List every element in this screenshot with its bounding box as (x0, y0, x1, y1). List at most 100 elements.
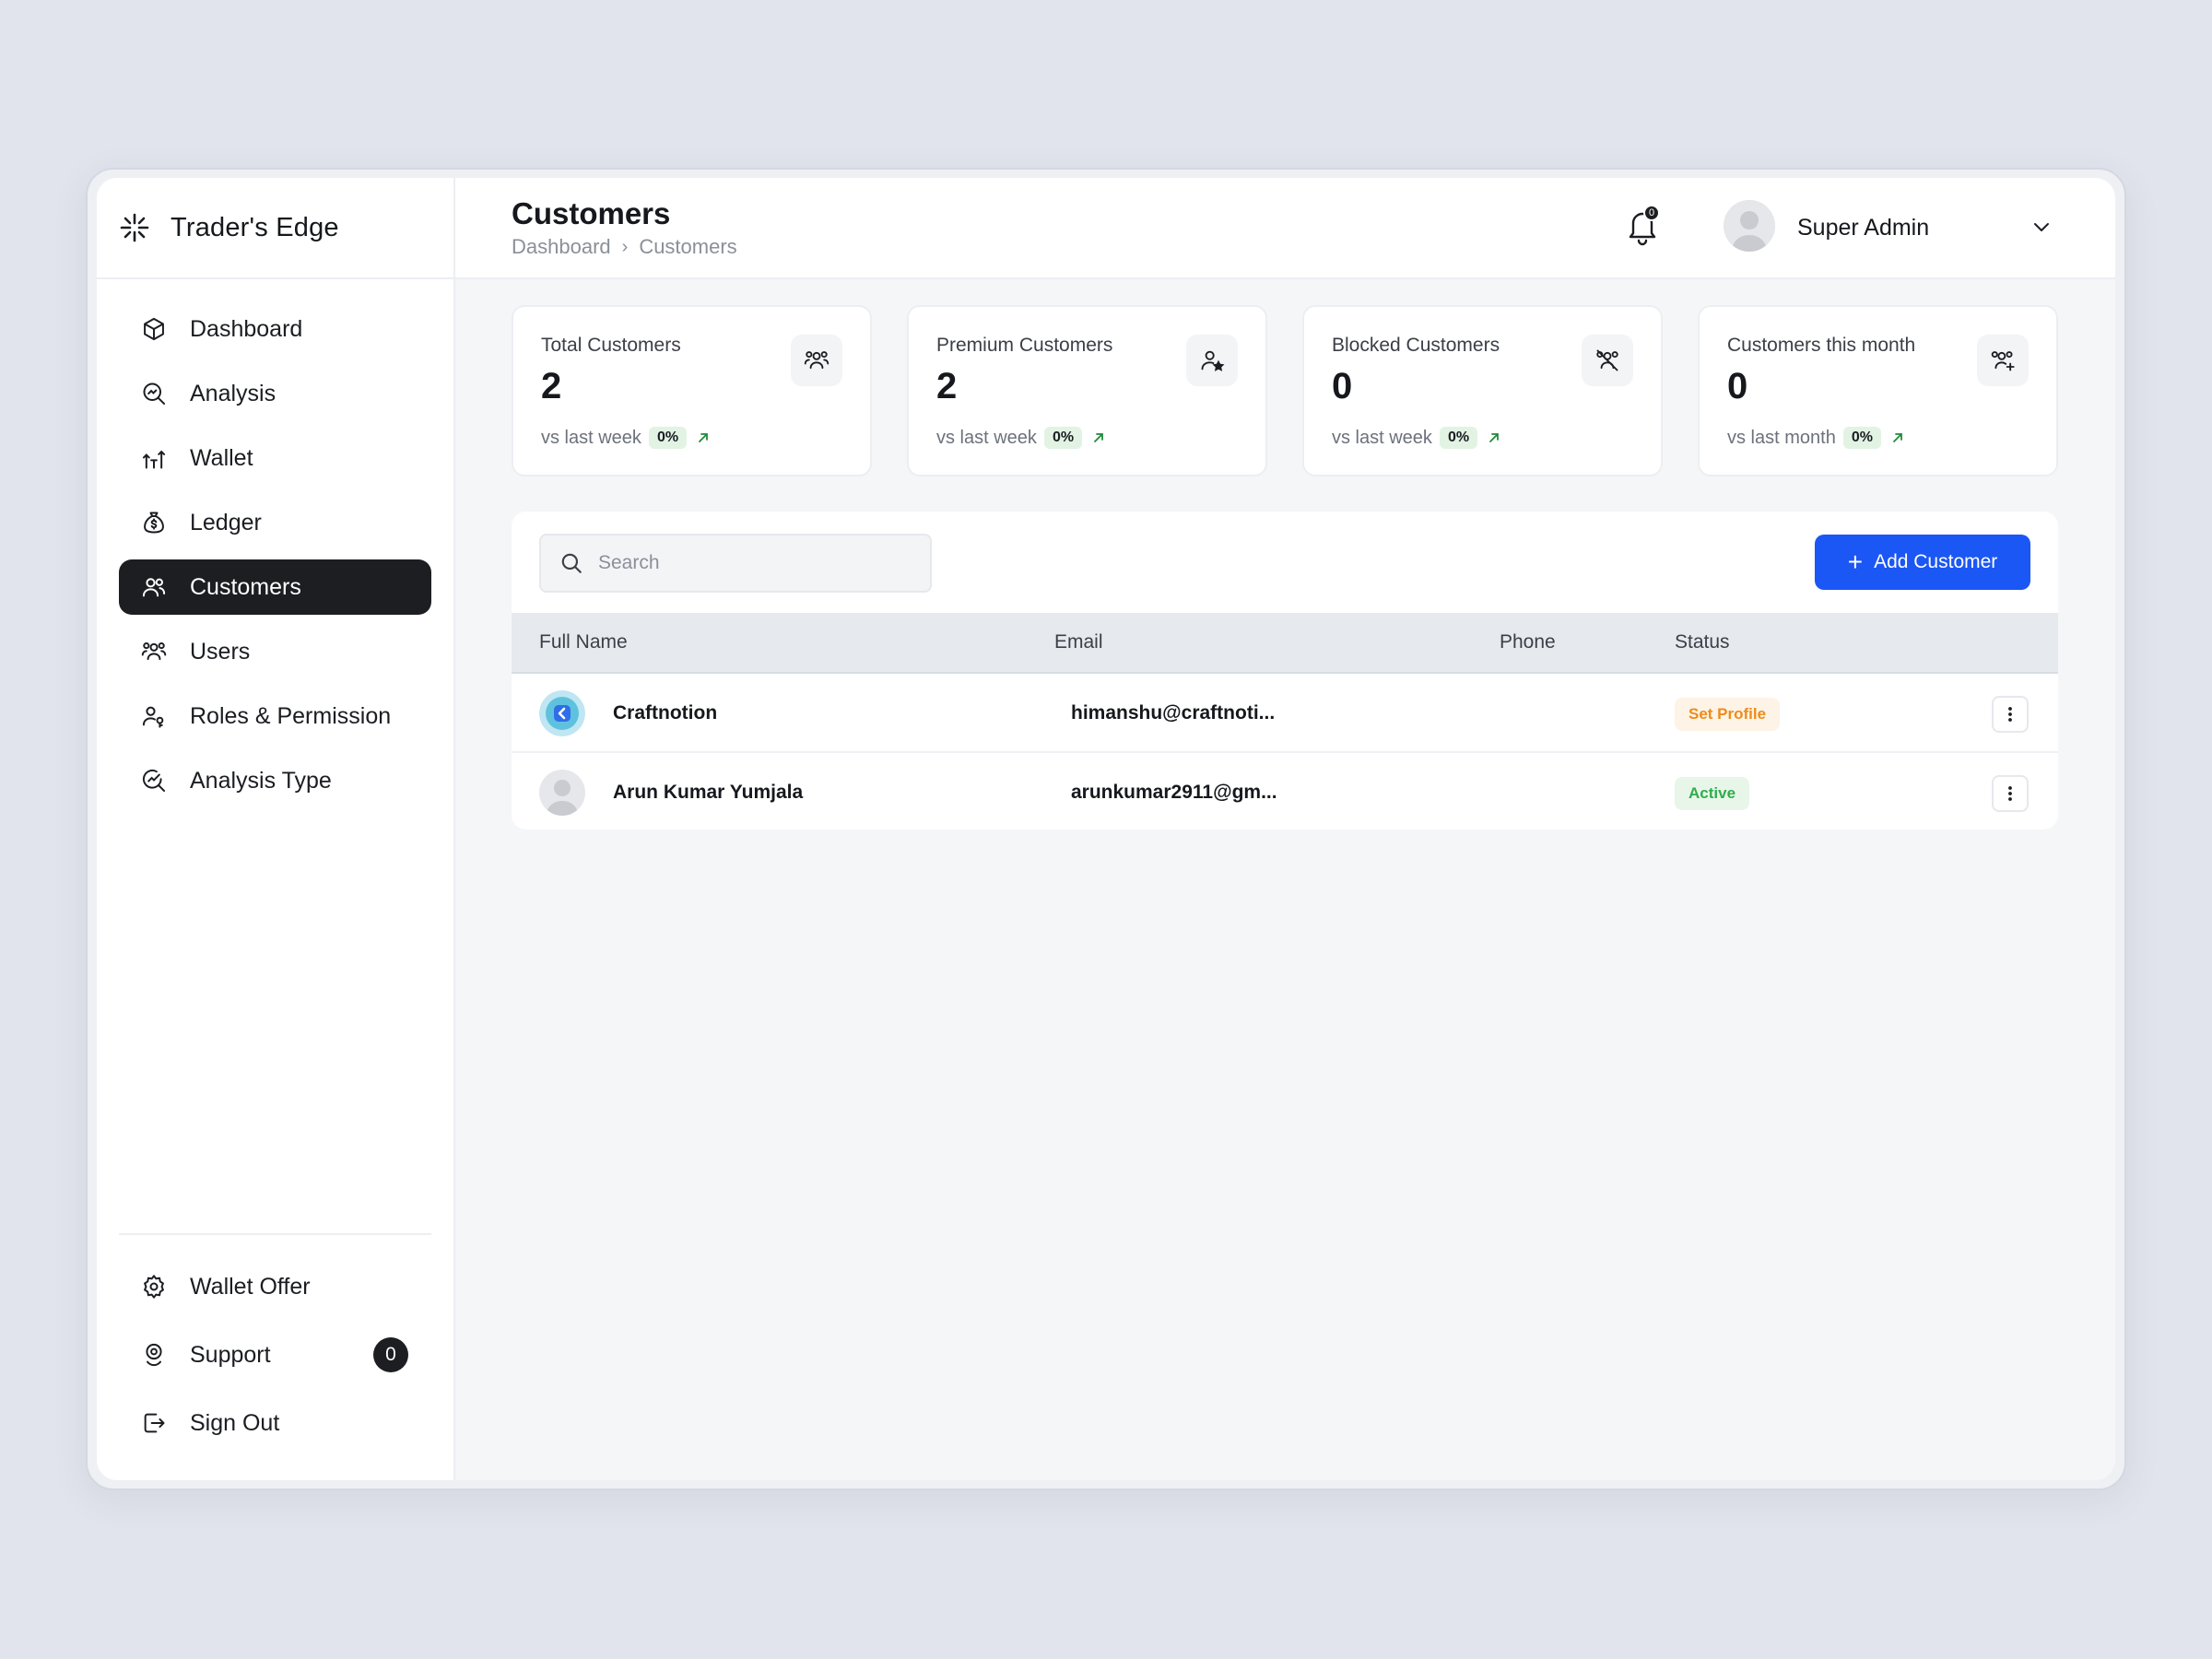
column-header-email[interactable]: Email (1054, 631, 1103, 653)
sidebar-item-dashboard[interactable]: Dashboard (119, 301, 431, 357)
notification-count-badge: 0 (1643, 205, 1660, 221)
sidebar-item-label: Sign Out (190, 1409, 280, 1436)
sidebar-item-users[interactable]: Users (119, 624, 431, 679)
sign-out-icon (141, 1410, 167, 1436)
stat-label: Premium Customers (936, 335, 1113, 356)
more-vertical-icon (2008, 786, 2012, 801)
sidebar-item-label: Analysis Type (190, 767, 332, 794)
sidebar-item-customers[interactable]: Customers (119, 559, 431, 615)
chevron-right-icon: › (621, 236, 629, 257)
customer-logo-avatar (539, 690, 585, 736)
app-window: Trader's Edge Dashboard Analysis Wallet (97, 178, 2115, 1480)
sidebar-item-label: Wallet Offer (190, 1273, 311, 1300)
sidebar-item-wallet-offer[interactable]: Wallet Offer (119, 1257, 431, 1316)
users-group-icon (791, 335, 842, 386)
sidebar-item-ledger[interactable]: Ledger (119, 495, 431, 550)
stat-change-badge: 0% (648, 427, 688, 449)
column-header-phone[interactable]: Phone (1500, 631, 1556, 653)
stat-value: 0 (1727, 366, 1748, 406)
avatar[interactable] (1724, 200, 1775, 252)
wallet-icon (141, 445, 167, 471)
sidebar-item-label: Roles & Permission (190, 702, 392, 729)
sidebar-footer: Wallet Offer Support 0 Sign Out (119, 1233, 431, 1480)
users-blocked-icon (1582, 335, 1633, 386)
add-customer-button[interactable]: + Add Customer (1815, 535, 2030, 590)
support-icon (141, 1342, 167, 1368)
arrow-up-right-icon (1893, 433, 1902, 442)
users-icon (141, 639, 167, 665)
sidebar-item-label: Users (190, 638, 251, 665)
money-bag-icon (141, 510, 167, 535)
stat-card-blocked-customers: Blocked Customers 0 vs last week 0% (1302, 305, 1663, 477)
sidebar-item-wallet[interactable]: Wallet (119, 430, 431, 486)
top-bar: Customers Dashboard › Customers 0 Super … (455, 178, 2115, 279)
sidebar-item-sign-out[interactable]: Sign Out (119, 1394, 431, 1453)
status-badge: Active (1675, 777, 1750, 810)
stat-compare-text: vs last month (1727, 427, 1836, 448)
stat-compare-text: vs last week (1332, 427, 1432, 448)
customer-email: arunkumar2911@gm... (1071, 782, 1277, 803)
stat-change-badge: 0% (1043, 427, 1083, 449)
gear-icon (141, 1274, 167, 1300)
sidebar-item-label: Dashboard (190, 315, 303, 342)
stat-card-customers-this-month: Customers this month 0 vs last month 0% (1698, 305, 2058, 477)
table-row[interactable]: Arun Kumar Yumjala arunkumar2911@gm... A… (512, 753, 2058, 830)
users-add-icon (1977, 335, 2029, 386)
stat-label: Customers this month (1727, 335, 1916, 356)
column-header-full-name[interactable]: Full Name (539, 631, 628, 653)
table-row[interactable]: Craftnotion himanshu@craftnoti... Set Pr… (512, 674, 2058, 753)
plus-icon: + (1847, 547, 1864, 576)
arrow-up-right-icon (699, 433, 708, 442)
stat-label: Total Customers (541, 335, 681, 356)
customers-table-panel: + Add Customer Full Name Email Phone Sta… (512, 512, 2058, 830)
stat-label: Blocked Customers (1332, 335, 1500, 356)
sidebar-item-support[interactable]: Support 0 (119, 1325, 431, 1384)
add-customer-label: Add Customer (1874, 551, 1998, 572)
user-key-icon (141, 703, 167, 729)
breadcrumb: Dashboard › Customers (512, 235, 737, 259)
stat-value: 2 (541, 366, 562, 406)
analysis-type-icon (141, 768, 167, 794)
sidebar-item-roles-permission[interactable]: Roles & Permission (119, 688, 431, 744)
row-menu-button[interactable] (1992, 696, 2029, 733)
page-title: Customers (512, 196, 671, 230)
customer-name: Craftnotion (613, 702, 718, 724)
cube-icon (141, 316, 167, 342)
stat-comparison: vs last week 0% (541, 427, 711, 449)
chevron-down-icon[interactable] (2031, 217, 2052, 237)
table-header: Full Name Email Phone Status (512, 613, 2058, 674)
stat-card-premium-customers: Premium Customers 2 vs last week 0% (907, 305, 1267, 477)
stat-compare-text: vs last week (936, 427, 1037, 448)
stat-comparison: vs last week 0% (1332, 427, 1501, 449)
brand[interactable]: Trader's Edge (97, 178, 453, 279)
arrow-up-right-icon (1094, 433, 1103, 442)
sidebar-item-label: Analysis (190, 380, 276, 406)
sidebar-item-analysis[interactable]: Analysis (119, 366, 431, 421)
analysis-icon (141, 381, 167, 406)
stat-comparison: vs last week 0% (936, 427, 1106, 449)
search-icon (561, 553, 582, 573)
breadcrumb-customers: Customers (639, 235, 737, 258)
more-vertical-icon (2008, 707, 2012, 722)
user-name[interactable]: Super Admin (1797, 215, 1929, 241)
sidebar: Trader's Edge Dashboard Analysis Wallet (97, 178, 455, 1480)
sidebar-item-label: Support (190, 1341, 271, 1368)
brand-name: Trader's Edge (171, 212, 339, 242)
search-box[interactable] (539, 534, 932, 593)
sparkle-logo-icon (120, 213, 149, 242)
column-header-status[interactable]: Status (1675, 631, 1730, 653)
stat-change-badge: 0% (1842, 427, 1881, 449)
sidebar-item-analysis-type[interactable]: Analysis Type (119, 753, 431, 808)
breadcrumb-dashboard[interactable]: Dashboard (512, 235, 611, 259)
customer-email: himanshu@craftnoti... (1071, 702, 1276, 724)
main-content: Customers Dashboard › Customers 0 Super … (455, 178, 2115, 1480)
customer-name: Arun Kumar Yumjala (613, 782, 804, 803)
row-menu-button[interactable] (1992, 775, 2029, 812)
sidebar-item-label: Wallet (190, 444, 253, 471)
user-star-icon (1186, 335, 1238, 386)
support-count-badge: 0 (373, 1337, 408, 1372)
search-input[interactable] (598, 552, 912, 574)
customers-icon (141, 574, 167, 600)
customer-avatar (539, 770, 585, 816)
arrow-up-right-icon (1489, 433, 1499, 442)
